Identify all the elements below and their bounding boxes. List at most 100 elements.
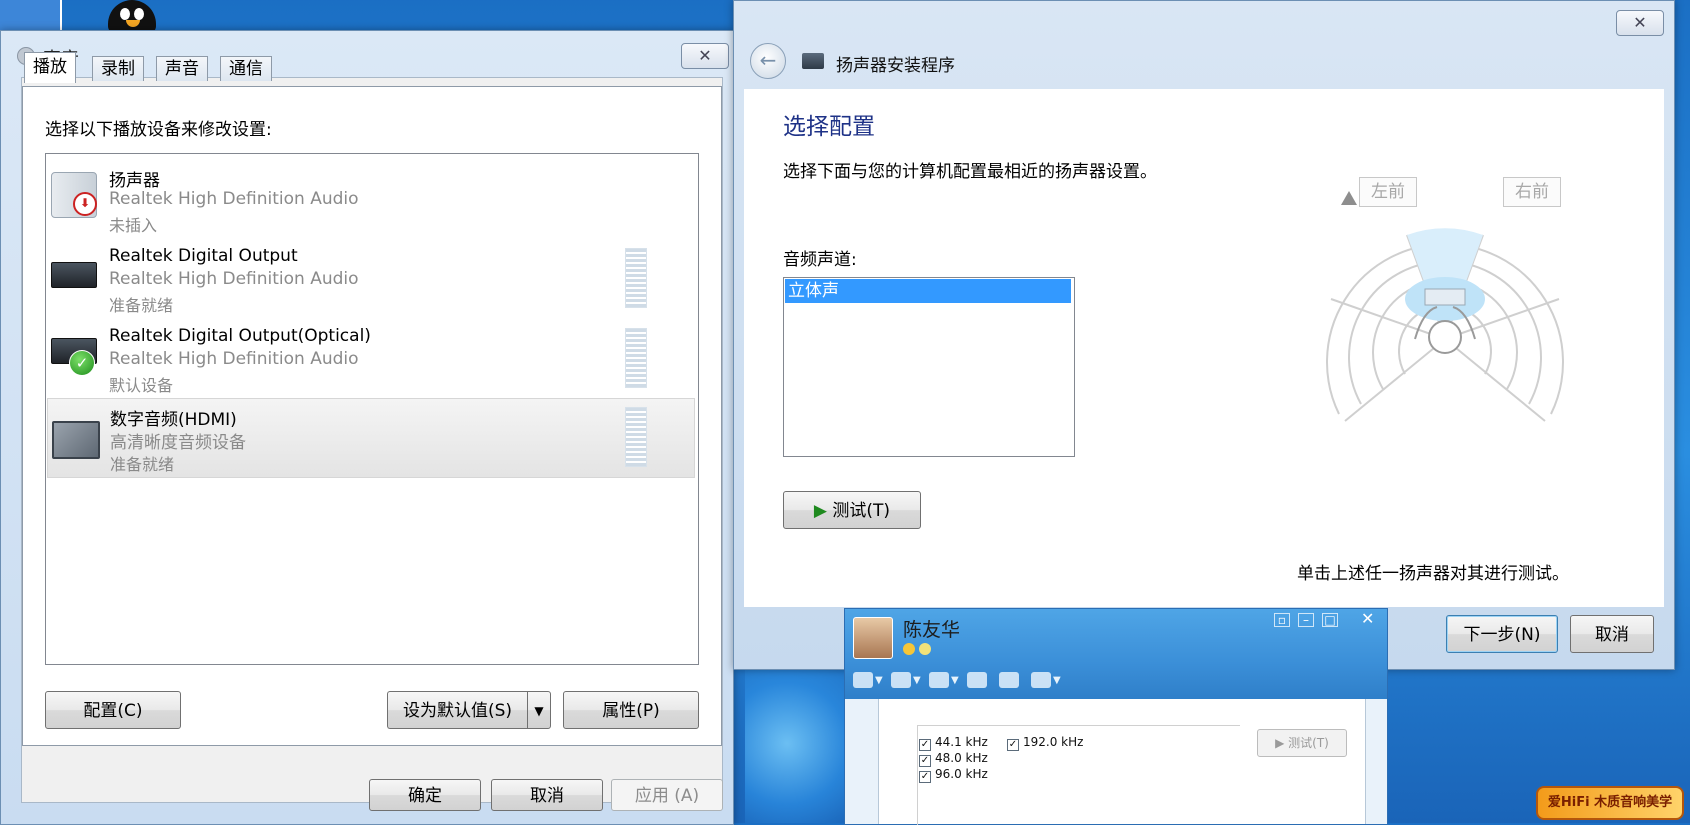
audio-channels-label: 音频声道: xyxy=(783,250,857,270)
ok-button[interactable]: 确定 xyxy=(369,779,481,811)
device-driver: Realtek High Definition Audio xyxy=(109,189,359,209)
device-speakers[interactable]: ⬇ 扬声器 Realtek High Definition Audio 未插入 xyxy=(47,158,695,238)
device-name: Realtek Digital Output(Optical) xyxy=(109,326,371,346)
checkbox-checked-icon: ✓ xyxy=(919,771,931,783)
qq-penguin-icon[interactable] xyxy=(108,0,156,34)
tab-recording[interactable]: 录制 xyxy=(92,56,144,81)
sample-rate-96k[interactable]: ✓ 96.0 kHz xyxy=(919,767,988,783)
sample-rate-44k[interactable]: ✓ 44.1 kHz xyxy=(919,735,988,751)
configure-button[interactable]: 配置(C) xyxy=(45,691,181,729)
qq-chat-body: ✓ 44.1 kHz ✓ 48.0 kHz ✓ 96.0 kHz ✓ 192.0 kHz… xyxy=(878,699,1366,825)
unplugged-icon: ⬇ xyxy=(73,192,97,216)
close-icon: ✕ xyxy=(698,46,712,65)
watermark-logo: 爱HiFi 木质音响美学 xyxy=(1536,786,1684,820)
wizard-title: 扬声器安装程序 xyxy=(836,56,955,76)
device-digital-output[interactable]: Realtek Digital Output Realtek High Defi… xyxy=(47,238,695,318)
wallpaper-splash xyxy=(745,664,850,823)
file-transfer-icon[interactable] xyxy=(929,672,949,688)
chevron-down-icon[interactable]: ▼ xyxy=(1053,675,1061,686)
audio-channels-list[interactable]: 立体声 xyxy=(783,277,1075,457)
close-icon: ✕ xyxy=(1633,13,1647,32)
play-icon: ▶ xyxy=(1275,736,1289,750)
digital-output-icon xyxy=(51,262,97,288)
skin-button[interactable]: ▫ xyxy=(1274,613,1290,627)
close-icon: ✕ xyxy=(1361,609,1375,628)
cancel-button[interactable]: 取消 xyxy=(1570,615,1654,653)
qq-chat-header: 陈友华 ▫ – □ ✕ ▼ ▼ ▼ ▼ xyxy=(845,609,1387,699)
set-default-dropdown[interactable]: ▼ xyxy=(527,691,551,729)
status-icon xyxy=(919,643,931,655)
test-button[interactable]: ▶ 测试(T) xyxy=(783,491,921,529)
tab-sounds[interactable]: 声音 xyxy=(156,56,208,81)
close-button[interactable]: ✕ xyxy=(1616,10,1664,36)
device-status: 准备就绪 xyxy=(110,455,175,474)
cancel-button[interactable]: 取消 xyxy=(491,779,603,811)
test-button[interactable]: ▶ 测试(T) xyxy=(1257,729,1347,757)
volume-meter xyxy=(625,328,647,388)
device-hdmi[interactable]: 数字音频(HDMI) 高清晰度音频设备 准备就绪 xyxy=(47,398,695,478)
list-item-stereo[interactable]: 立体声 xyxy=(785,279,1071,303)
speaker-diagram-graphic xyxy=(1326,191,1564,422)
speaker-setup-wizard: ✕ ← 扬声器安装程序 选择配置 选择下面与您的计算机配置最相近的扬声器设置。 … xyxy=(733,0,1675,670)
playback-instruction: 选择以下播放设备来修改设置: xyxy=(45,120,272,140)
monitor-icon xyxy=(52,421,100,459)
playback-device-list[interactable]: ⬇ 扬声器 Realtek High Definition Audio 未插入 … xyxy=(45,153,699,665)
checkbox-checked-icon: ✓ xyxy=(919,739,931,751)
properties-button[interactable]: 属性(P) xyxy=(563,691,699,729)
device-name: 扬声器 xyxy=(109,171,160,191)
device-driver: 高清晰度音频设备 xyxy=(110,433,246,453)
page-title: 选择配置 xyxy=(783,114,875,140)
wizard-description: 选择下面与您的计算机配置最相近的扬声器设置。 xyxy=(783,162,1157,182)
front-right-speaker-button[interactable]: 右前 xyxy=(1503,177,1561,207)
tab-communications[interactable]: 通信 xyxy=(220,56,272,81)
app-icon[interactable] xyxy=(1031,672,1051,688)
device-name: Realtek Digital Output xyxy=(109,246,298,266)
sound-dialog: 声音 ✕ 播放 录制 声音 通信 选择以下播放设备来修改设置: ⬇ 扬声器 Re… xyxy=(0,30,734,825)
add-contact-icon[interactable] xyxy=(967,672,987,688)
remote-desktop-icon[interactable] xyxy=(999,672,1019,688)
back-button[interactable]: ← xyxy=(750,43,786,79)
sample-rate-48k[interactable]: ✓ 48.0 kHz xyxy=(919,751,988,767)
contact-name: 陈友华 xyxy=(903,619,961,641)
device-digital-output-optical[interactable]: ✓ Realtek Digital Output(Optical) Realte… xyxy=(47,318,695,398)
sample-rate-192k[interactable]: ✓ 192.0 kHz xyxy=(1007,735,1083,751)
speaker-setup-icon xyxy=(802,53,824,69)
minimize-button[interactable]: – xyxy=(1298,613,1314,627)
close-button[interactable]: ✕ xyxy=(1361,609,1374,628)
set-default-button[interactable]: 设为默认值(S) xyxy=(387,691,527,729)
checkbox-checked-icon: ✓ xyxy=(1007,739,1019,751)
test-hint: 单击上述任一扬声器对其进行测试。 xyxy=(1297,564,1569,584)
play-icon: ▶ xyxy=(813,501,827,521)
video-call-icon[interactable] xyxy=(853,672,873,688)
device-driver: Realtek High Definition Audio xyxy=(109,349,359,369)
device-status: 准备就绪 xyxy=(109,296,174,315)
checkbox-checked-icon: ✓ xyxy=(919,755,931,767)
apply-button[interactable]: 应用 (A) xyxy=(611,779,723,811)
star-icon xyxy=(903,643,915,655)
back-arrow-icon: ← xyxy=(759,48,777,72)
test-button-label: 测试(T) xyxy=(832,501,891,521)
speaker-diagram xyxy=(1311,189,1579,449)
chevron-down-icon: ▼ xyxy=(534,704,544,718)
tab-playback[interactable]: 播放 xyxy=(24,52,76,83)
close-button[interactable]: ✕ xyxy=(681,43,729,69)
sound-dialog-body: 播放 录制 声音 通信 选择以下播放设备来修改设置: ⬇ 扬声器 Realtek… xyxy=(21,52,723,803)
next-button[interactable]: 下一步(N) xyxy=(1446,615,1558,653)
volume-meter xyxy=(625,248,647,308)
default-device-check-icon: ✓ xyxy=(69,350,95,376)
device-status: 默认设备 xyxy=(109,376,174,395)
front-left-speaker-button[interactable]: 左前 xyxy=(1359,177,1417,207)
device-status: 未插入 xyxy=(109,216,158,235)
playback-panel: 选择以下播放设备来修改设置: ⬇ 扬声器 Realtek High Defini… xyxy=(22,86,722,746)
volume-meter xyxy=(625,407,647,467)
wizard-content: 选择配置 选择下面与您的计算机配置最相近的扬声器设置。 音频声道: 立体声 ▶ … xyxy=(744,89,1664,607)
avatar[interactable] xyxy=(853,617,893,659)
device-driver: Realtek High Definition Audio xyxy=(109,269,359,289)
chevron-down-icon[interactable]: ▼ xyxy=(875,675,883,686)
chevron-down-icon[interactable]: ▼ xyxy=(951,675,959,686)
chevron-down-icon[interactable]: ▼ xyxy=(913,675,921,686)
device-name: 数字音频(HDMI) xyxy=(110,410,237,430)
maximize-button[interactable]: □ xyxy=(1322,613,1338,627)
microphone-icon[interactable] xyxy=(891,672,911,688)
qq-chat-window: 陈友华 ▫ – □ ✕ ▼ ▼ ▼ ▼ ✓ 44.1 kHz ✓ 48.0 kHz … xyxy=(844,608,1388,825)
